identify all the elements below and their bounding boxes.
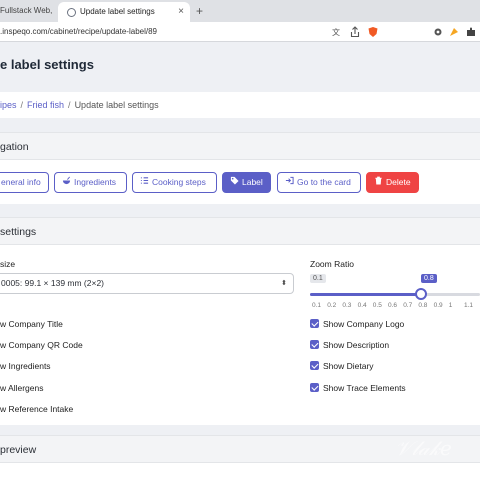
browser-tab-active[interactable]: Update label settings ×: [58, 2, 190, 22]
close-icon[interactable]: ×: [178, 2, 184, 22]
breadcrumb-recipe-link[interactable]: Fried fish: [27, 100, 64, 110]
address-bar[interactable]: .inspeqo.com/cabinet/recipe/update-label…: [0, 22, 480, 42]
bowl-icon: [61, 173, 71, 192]
zoom-tick-label: 0.1: [312, 302, 322, 309]
show-description-option[interactable]: Show Description: [310, 339, 389, 351]
checkbox-checked-icon[interactable]: [310, 340, 319, 349]
show-allergens-option[interactable]: w Allergens: [0, 382, 43, 394]
zoom-tick-label: 0.3: [342, 302, 352, 309]
go-to-card-button[interactable]: Go to the card: [277, 172, 361, 193]
breadcrumb: ipes / Fried fish / Update label settings: [0, 92, 480, 118]
extension-icon[interactable]: [448, 26, 460, 38]
zoom-slider-track[interactable]: [310, 293, 480, 296]
tag-icon: [229, 173, 239, 192]
puzzle-icon[interactable]: [465, 26, 477, 38]
brave-shield-icon[interactable]: [367, 26, 379, 38]
zoom-tick-label: 0.8: [418, 302, 428, 309]
share-icon[interactable]: [349, 26, 361, 38]
tab-title: Update label settings: [80, 7, 155, 16]
new-tab-button[interactable]: +: [196, 0, 203, 22]
navigation-card: gation: [0, 132, 480, 204]
enter-icon: [284, 173, 294, 192]
breadcrumb-separator: /: [68, 100, 71, 110]
label-size-value: 0005: 99.1 × 139 mm (2×2): [1, 278, 105, 288]
show-company-qr-option[interactable]: w Company QR Code: [0, 339, 83, 351]
delete-button[interactable]: Delete: [366, 172, 419, 193]
breadcrumb-recipes-link[interactable]: ipes: [0, 100, 17, 110]
page-header: e label settings: [0, 42, 480, 88]
select-arrows-icon: ⬍: [281, 280, 287, 287]
browser-tab-bar: Fullstack Web, Mo Update label settings …: [0, 0, 480, 22]
translate-icon[interactable]: 文: [331, 26, 343, 38]
show-dietary-option[interactable]: Show Dietary: [310, 360, 374, 372]
globe-icon: [67, 8, 76, 17]
general-info-button[interactable]: eneral info: [0, 172, 49, 193]
show-company-logo-option[interactable]: Show Company Logo: [310, 318, 404, 330]
settings-card: settings: [0, 217, 480, 425]
zoom-value-badge: 0.8: [421, 274, 437, 283]
ingredients-button[interactable]: Ingredients: [54, 172, 127, 193]
browser-tab-inactive[interactable]: Fullstack Web, Mo: [0, 0, 54, 22]
size-label: size: [0, 259, 16, 269]
zoom-min-badge: 0.1: [310, 274, 326, 283]
settings-card-header: settings: [0, 217, 480, 245]
url-text[interactable]: .inspeqo.com/cabinet/recipe/update-label…: [0, 22, 157, 42]
svg-text:文: 文: [332, 27, 340, 37]
trash-icon: [373, 173, 383, 192]
zoom-tick-label: 0.9: [433, 302, 443, 309]
label-size-select[interactable]: 0005: 99.1 × 139 mm (2×2) ⬍: [0, 273, 294, 294]
show-ingredients-option[interactable]: w Ingredients: [0, 360, 51, 372]
zoom-tick-label: 0.6: [388, 302, 398, 309]
show-reference-intake-option[interactable]: w Reference Intake: [0, 403, 73, 415]
zoom-tick-label: 0.4: [357, 302, 367, 309]
gear-icon[interactable]: [432, 26, 444, 38]
checkbox-checked-icon[interactable]: [310, 319, 319, 328]
navigation-card-header: gation: [0, 132, 480, 160]
breadcrumb-current: Update label settings: [74, 100, 159, 110]
list-icon: [139, 173, 149, 192]
cooking-steps-button[interactable]: Cooking steps: [132, 172, 217, 193]
breadcrumb-separator: /: [20, 100, 24, 110]
zoom-tick-label: 0.5: [372, 302, 382, 309]
watermark-logo: 𝒱𝓁𝒶𝓀𝑒: [395, 436, 452, 460]
label-button[interactable]: Label: [222, 172, 271, 193]
checkbox-checked-icon[interactable]: [310, 383, 319, 392]
zoom-tick-label: 1.1: [464, 302, 474, 309]
zoom-tick-label: 0.2: [327, 302, 337, 309]
zoom-ratio-label: Zoom Ratio: [310, 259, 354, 269]
zoom-slider-fill: [310, 293, 422, 296]
zoom-tick-label: 0.7: [403, 302, 413, 309]
page-title: e label settings: [0, 57, 94, 72]
checkbox-checked-icon[interactable]: [310, 361, 319, 370]
show-company-title-option[interactable]: w Company Title: [0, 318, 63, 330]
show-trace-elements-option[interactable]: Show Trace Elements: [310, 382, 406, 394]
zoom-tick-label: 1: [448, 302, 453, 309]
